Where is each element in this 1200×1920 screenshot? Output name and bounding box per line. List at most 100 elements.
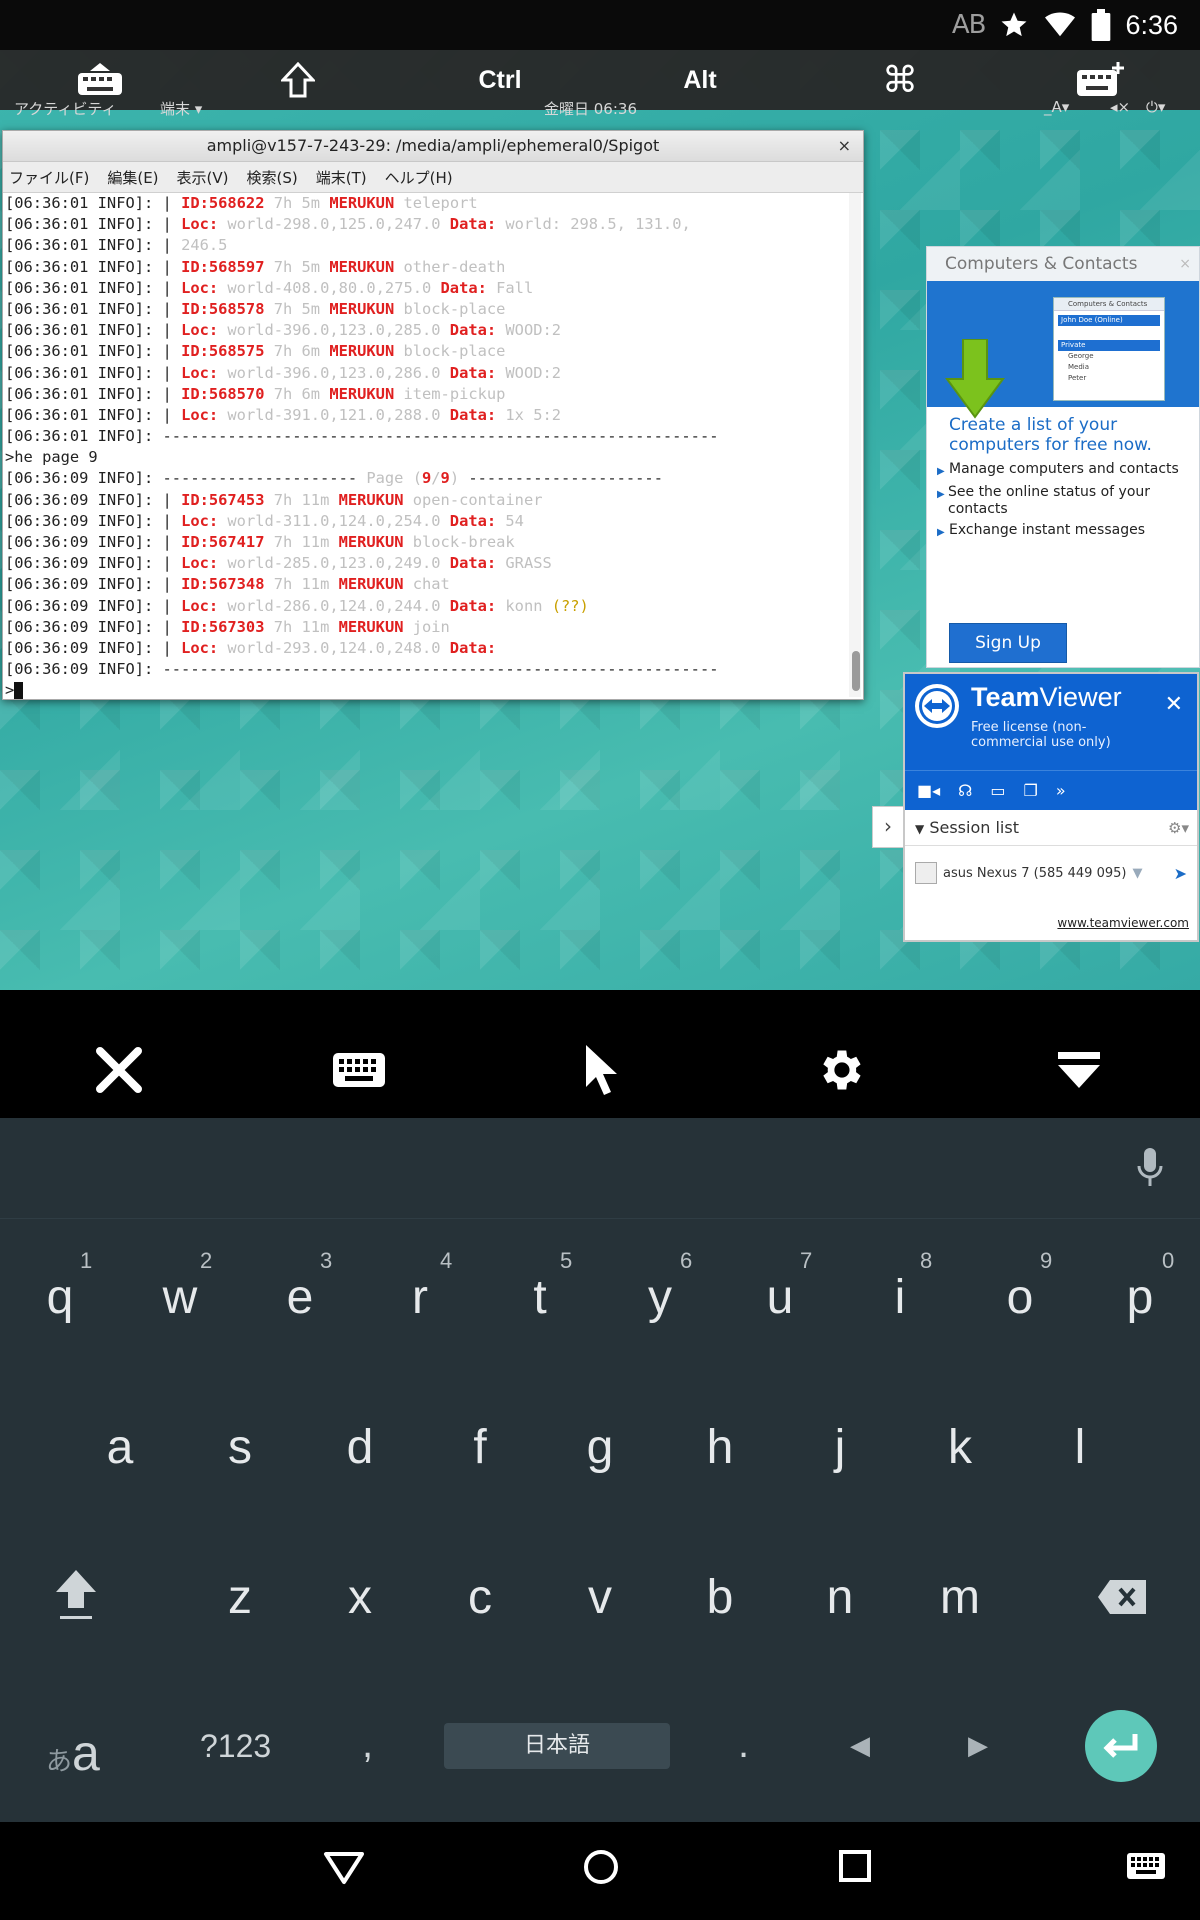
backspace-icon[interactable] bbox=[1096, 1578, 1148, 1621]
terminal-scrollbar[interactable] bbox=[849, 193, 861, 697]
log-segment: Fall bbox=[486, 278, 534, 297]
log-segment: WOOD:2 bbox=[496, 363, 562, 382]
mouse-pointer-icon[interactable] bbox=[570, 1040, 630, 1100]
key-d[interactable]: d bbox=[300, 1420, 420, 1475]
key-p[interactable]: p bbox=[1080, 1270, 1200, 1325]
key-k[interactable]: k bbox=[900, 1420, 1020, 1475]
session-gear-icon[interactable]: ⚙▾ bbox=[1168, 810, 1189, 846]
menu-file[interactable]: ファイル(F) bbox=[9, 167, 89, 188]
key-o[interactable]: o bbox=[960, 1270, 1080, 1325]
menu-help[interactable]: ヘルプ(H) bbox=[385, 167, 453, 188]
log-segment: Page ( bbox=[366, 469, 422, 488]
star-icon bbox=[1001, 12, 1027, 37]
sign-up-button[interactable]: Sign Up bbox=[949, 623, 1067, 663]
menu-view[interactable]: 表示(V) bbox=[177, 167, 229, 188]
chat-icon[interactable]: ▭ bbox=[990, 781, 1005, 800]
log-segment: [06:36:09 INFO]: | bbox=[5, 596, 182, 615]
terminal-line: [06:36:01 INFO]: | Loc: world-396.0,123.… bbox=[5, 320, 847, 341]
terminal-titlebar[interactable]: ampli@v157-7-243-29: /media/ampli/epheme… bbox=[3, 131, 863, 162]
log-segment: [06:36:01 INFO]: | bbox=[5, 299, 182, 318]
log-segment: Loc: bbox=[181, 596, 219, 615]
key-f[interactable]: f bbox=[420, 1420, 540, 1475]
key-i[interactable]: i bbox=[840, 1270, 960, 1325]
recents-icon[interactable] bbox=[838, 1849, 872, 1883]
log-segment: [06:36:09 INFO]: -----------------------… bbox=[5, 660, 719, 679]
key-a[interactable]: a bbox=[60, 1420, 180, 1475]
language-toggle-key[interactable]: あ a bbox=[46, 1724, 100, 1782]
session-device[interactable]: asus Nexus 7 (585 449 095) ▼ bbox=[915, 862, 1142, 884]
key-j[interactable]: j bbox=[780, 1420, 900, 1475]
key-m[interactable]: m bbox=[900, 1570, 1020, 1625]
terminal-close-button[interactable]: × bbox=[838, 131, 851, 161]
cursor-left-key[interactable]: ◀ bbox=[850, 1730, 870, 1761]
key-y[interactable]: y bbox=[600, 1270, 720, 1325]
log-segment: ID:568575 bbox=[181, 342, 265, 361]
key-b[interactable]: b bbox=[660, 1570, 780, 1625]
log-segment: world: 298.5, 131.0, bbox=[496, 215, 691, 234]
key-n[interactable]: n bbox=[780, 1570, 900, 1625]
files-icon[interactable]: ❐ bbox=[1024, 781, 1038, 800]
key-e[interactable]: e bbox=[240, 1270, 360, 1325]
key-q[interactable]: q bbox=[0, 1270, 120, 1325]
log-segment: Data: bbox=[449, 321, 497, 340]
device-dropdown-icon[interactable]: ▼ bbox=[1132, 866, 1142, 881]
headset-icon[interactable]: ☊ bbox=[958, 781, 972, 800]
app-menu[interactable]: 端末 ▾ bbox=[160, 98, 202, 119]
video-icon[interactable]: ■◂ bbox=[917, 781, 940, 800]
menu-terminal[interactable]: 端末(T) bbox=[316, 167, 367, 188]
activities-button[interactable]: アクティビティ bbox=[14, 98, 116, 119]
volume-muted-icon[interactable]: ◂× bbox=[1110, 98, 1130, 116]
key-x[interactable]: x bbox=[300, 1570, 420, 1625]
log-segment: block-place bbox=[394, 342, 506, 361]
power-icon[interactable]: ⏻▾ bbox=[1146, 98, 1165, 116]
shift-key-icon[interactable] bbox=[52, 1566, 100, 1627]
back-icon[interactable] bbox=[322, 1850, 366, 1886]
key-g[interactable]: g bbox=[540, 1420, 660, 1475]
key-s[interactable]: s bbox=[180, 1420, 300, 1475]
close-session-icon[interactable] bbox=[89, 1040, 149, 1100]
input-method-indicator[interactable]: _A▾ bbox=[1044, 98, 1069, 116]
key-r[interactable]: r bbox=[360, 1270, 480, 1325]
remote-desktop[interactable]: Ctrl Alt ⌘ アクティビティ 端末 ▾ 金曜日 06:36 _A▾ ◂×… bbox=[0, 50, 1200, 990]
space-key[interactable]: 日本語 bbox=[444, 1723, 670, 1769]
period-key[interactable]: . bbox=[738, 1722, 749, 1767]
pointer-icon[interactable]: ➤ bbox=[1174, 864, 1187, 883]
menu-search[interactable]: 検索(S) bbox=[247, 167, 298, 188]
terminal-window[interactable]: ampli@v157-7-243-29: /media/ampli/epheme… bbox=[2, 130, 864, 700]
home-icon[interactable] bbox=[582, 1848, 620, 1886]
key-c[interactable]: c bbox=[420, 1570, 540, 1625]
terminal-prompt[interactable]: > bbox=[5, 680, 847, 699]
enter-key[interactable] bbox=[1085, 1710, 1157, 1782]
menu-edit[interactable]: 編集(E) bbox=[107, 167, 158, 188]
gnome-clock[interactable]: 金曜日 06:36 bbox=[544, 98, 637, 119]
keyboard-switch-icon[interactable] bbox=[1126, 1852, 1166, 1880]
key-z[interactable]: z bbox=[180, 1570, 300, 1625]
settings-gear-icon[interactable] bbox=[810, 1040, 870, 1100]
microphone-icon[interactable] bbox=[1136, 1148, 1164, 1190]
session-list-header[interactable]: ▼ Session list ⚙▾ bbox=[905, 810, 1197, 846]
teamviewer-close-button[interactable]: ✕ bbox=[1165, 692, 1183, 717]
key-u[interactable]: u bbox=[720, 1270, 840, 1325]
key-v[interactable]: v bbox=[540, 1570, 660, 1625]
comma-key[interactable]: , bbox=[362, 1722, 373, 1767]
scrollbar-thumb[interactable] bbox=[852, 651, 860, 691]
log-segment: 7h 11m bbox=[264, 490, 339, 509]
hide-toolbar-icon[interactable] bbox=[1049, 1040, 1109, 1100]
log-segment: world-408.0,80.0,275.0 bbox=[218, 278, 441, 297]
keyboard-icon[interactable] bbox=[329, 1040, 389, 1100]
key-t[interactable]: t bbox=[480, 1270, 600, 1325]
key-l[interactable]: l bbox=[1020, 1420, 1140, 1475]
log-segment: Loc: bbox=[181, 363, 219, 382]
log-segment: Data: bbox=[449, 511, 497, 530]
ad-close-button[interactable]: × bbox=[1179, 247, 1191, 281]
log-segment: [06:36:01 INFO]: | bbox=[5, 363, 182, 382]
symbols-key[interactable]: ?123 bbox=[200, 1728, 271, 1765]
key-w[interactable]: w bbox=[120, 1270, 240, 1325]
terminal-output[interactable]: [06:36:01 INFO]: | ID:568622 7h 5m MERUK… bbox=[3, 193, 847, 699]
teamviewer-link[interactable]: www.teamviewer.com bbox=[1057, 916, 1189, 930]
teamviewer-expand-tab[interactable]: › bbox=[872, 806, 903, 848]
cursor-right-key[interactable]: ▶ bbox=[968, 1730, 988, 1761]
key-h[interactable]: h bbox=[660, 1420, 780, 1475]
more-icon[interactable]: » bbox=[1056, 781, 1066, 800]
log-segment: MERUKUN bbox=[338, 617, 404, 636]
